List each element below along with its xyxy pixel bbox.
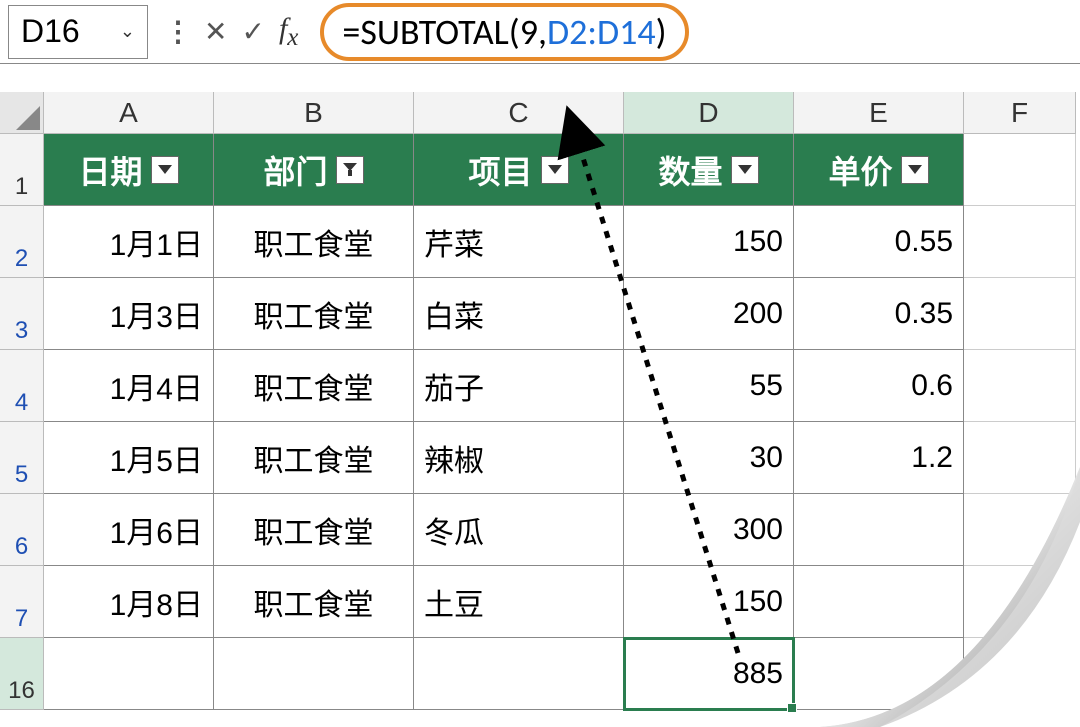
header-date[interactable]: 日期 [44,134,214,206]
spreadsheet: A B C D E F 1 日期 部门 项目 数量 单价 21月1日职工食堂芹菜… [0,92,1080,710]
cell-price[interactable] [794,566,964,638]
cell[interactable] [964,350,1076,422]
cell-date[interactable]: 1月5日 [44,422,214,494]
more-icon[interactable]: ⋮ [164,15,190,48]
name-box-dropdown-icon[interactable]: ⌄ [120,21,135,42]
row-header[interactable]: 7 [0,566,44,638]
formula-bar-controls: ⋮ ✕ ✓ fx [156,12,306,52]
cell[interactable] [964,134,1076,206]
table-row: 61月6日职工食堂冬瓜300 [0,494,1080,566]
row-header[interactable]: 4 [0,350,44,422]
cell-qty[interactable]: 30 [624,422,794,494]
cell[interactable] [964,206,1076,278]
cell-qty[interactable]: 200 [624,278,794,350]
table-row: 51月5日职工食堂辣椒301.2 [0,422,1080,494]
cell-item[interactable]: 芹菜 [414,206,624,278]
cell[interactable] [964,278,1076,350]
cell[interactable] [964,494,1076,566]
col-header-e[interactable]: E [794,92,964,134]
fx-icon[interactable]: fx [279,12,298,52]
cell-price[interactable] [794,494,964,566]
cell-item[interactable]: 辣椒 [414,422,624,494]
subtotal-cell[interactable]: 885 [624,638,794,710]
cell[interactable] [964,566,1076,638]
table-row: 21月1日职工食堂芹菜1500.55 [0,206,1080,278]
cell-item[interactable]: 土豆 [414,566,624,638]
filter-icon[interactable] [151,156,179,184]
cell-date[interactable]: 1月8日 [44,566,214,638]
cell-date[interactable]: 1月1日 [44,206,214,278]
subtotal-row: 16 885 [0,638,1080,710]
cell-price[interactable]: 0.35 [794,278,964,350]
name-box-value: D16 [21,13,80,50]
header-dept[interactable]: 部门 [214,134,414,206]
cell-dept[interactable]: 职工食堂 [214,494,414,566]
filter-icon[interactable] [901,156,929,184]
row-header[interactable]: 5 [0,422,44,494]
header-qty[interactable]: 数量 [624,134,794,206]
cell-qty[interactable]: 300 [624,494,794,566]
header-price[interactable]: 单价 [794,134,964,206]
cell[interactable] [44,638,214,710]
table-row: 71月8日职工食堂土豆150 [0,566,1080,638]
cell[interactable] [414,638,624,710]
table-row: 41月4日职工食堂茄子550.6 [0,350,1080,422]
cell-price[interactable]: 0.6 [794,350,964,422]
row-header[interactable]: 3 [0,278,44,350]
row-header-16[interactable]: 16 [0,638,44,710]
formula-ref: D2:D14 [547,10,656,54]
name-box[interactable]: D16 ⌄ [8,5,148,59]
cell-dept[interactable]: 职工食堂 [214,422,414,494]
col-header-f[interactable]: F [964,92,1076,134]
row-header[interactable]: 6 [0,494,44,566]
select-all-corner[interactable] [0,92,44,134]
cell[interactable] [214,638,414,710]
table-header-row: 1 日期 部门 项目 数量 单价 [0,134,1080,206]
row-header[interactable]: 2 [0,206,44,278]
column-headers: A B C D E F [0,92,1080,134]
cell[interactable] [794,638,964,710]
cell-dept[interactable]: 职工食堂 [214,278,414,350]
formula-bar: D16 ⌄ ⋮ ✕ ✓ fx =SUBTOTAL(9,D2:D14) [0,0,1080,64]
cell[interactable] [964,422,1076,494]
cell-item[interactable]: 茄子 [414,350,624,422]
cell-date[interactable]: 1月6日 [44,494,214,566]
cell-item[interactable]: 冬瓜 [414,494,624,566]
formula-input[interactable]: =SUBTOTAL(9,D2:D14) [320,3,688,61]
filter-active-icon[interactable] [336,156,364,184]
cell-dept[interactable]: 职工食堂 [214,350,414,422]
col-header-b[interactable]: B [214,92,414,134]
cell-dept[interactable]: 职工食堂 [214,566,414,638]
filter-icon[interactable] [541,156,569,184]
cell-date[interactable]: 1月4日 [44,350,214,422]
cell-price[interactable]: 0.55 [794,206,964,278]
row-header-1[interactable]: 1 [0,134,44,206]
cell-price[interactable]: 1.2 [794,422,964,494]
formula-suffix: ) [656,10,667,54]
cell-item[interactable]: 白菜 [414,278,624,350]
cancel-icon[interactable]: ✕ [204,15,227,48]
cell-qty[interactable]: 150 [624,566,794,638]
formula-prefix: =SUBTOTAL(9, [342,10,547,54]
col-header-c[interactable]: C [414,92,624,134]
cell[interactable] [964,638,1076,710]
table-row: 31月3日职工食堂白菜2000.35 [0,278,1080,350]
cell-qty[interactable]: 55 [624,350,794,422]
cell-date[interactable]: 1月3日 [44,278,214,350]
col-header-a[interactable]: A [44,92,214,134]
col-header-d[interactable]: D [624,92,794,134]
header-item[interactable]: 项目 [414,134,624,206]
cell-dept[interactable]: 职工食堂 [214,206,414,278]
filter-icon[interactable] [731,156,759,184]
cell-qty[interactable]: 150 [624,206,794,278]
accept-icon[interactable]: ✓ [241,15,264,48]
